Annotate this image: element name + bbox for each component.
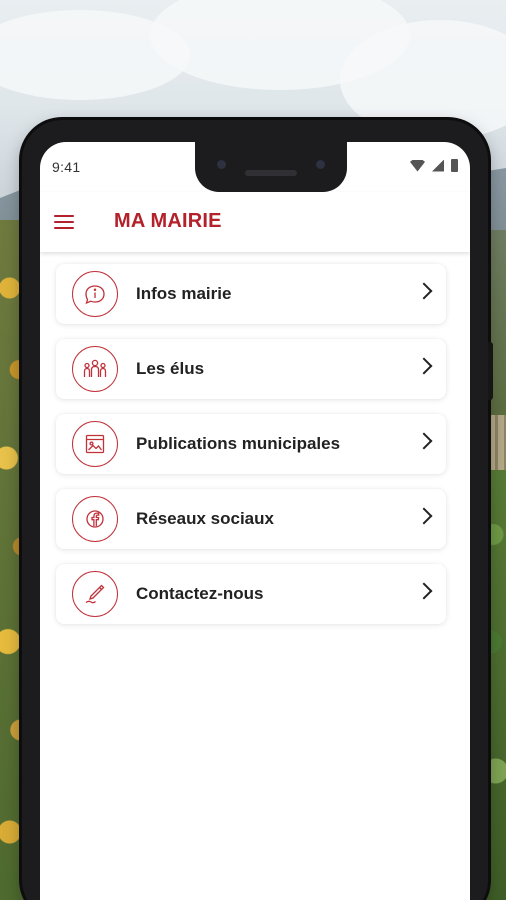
people-group-icon	[72, 346, 118, 392]
sensor-icon	[316, 160, 325, 169]
chevron-right-icon	[415, 432, 433, 450]
chevron-right-icon	[415, 507, 433, 525]
chevron-right-icon	[415, 357, 433, 375]
status-icons	[410, 159, 458, 172]
app-bar: MA MAIRIE	[40, 192, 470, 252]
page-title: MA MAIRIE	[114, 210, 222, 232]
menu-item-label: Publications municipales	[136, 434, 341, 453]
menu-item-publications-municipales[interactable]: Publications municipales	[56, 414, 446, 474]
menu-item-reseaux-sociaux[interactable]: Réseaux sociaux	[56, 489, 446, 549]
menu-item-les-elus[interactable]: Les élus	[56, 339, 446, 399]
front-camera-icon	[217, 160, 226, 169]
facebook-icon	[72, 496, 118, 542]
menu-item-label: Infos mairie	[136, 284, 232, 303]
menu-item-contactez-nous[interactable]: Contactez-nous	[56, 564, 446, 624]
menu-item-label: Contactez-nous	[136, 584, 264, 603]
menu-item-label: Les élus	[136, 359, 205, 378]
phone-screen: 9:41 MA MAIRIE Infos mairie Les élus Pub…	[40, 142, 470, 900]
battery-icon	[451, 159, 458, 172]
signal-icon	[432, 159, 444, 172]
earpiece-speaker	[245, 170, 297, 176]
menu-item-infos-mairie[interactable]: Infos mairie	[56, 264, 446, 324]
wifi-icon	[410, 159, 425, 172]
info-bubble-icon	[72, 271, 118, 317]
publication-image-icon	[72, 421, 118, 467]
phone-frame: 9:41 MA MAIRIE Infos mairie Les élus Pub…	[22, 120, 493, 900]
pen-icon	[72, 571, 118, 617]
chevron-right-icon	[415, 282, 433, 300]
phone-side-button	[488, 342, 493, 400]
menu-item-label: Réseaux sociaux	[136, 509, 274, 528]
chevron-right-icon	[415, 582, 433, 600]
hamburger-menu-icon[interactable]	[54, 215, 74, 229]
camera-notch	[195, 142, 347, 192]
menu-list: Infos mairie Les élus Publications munic…	[56, 264, 446, 639]
status-time: 9:41	[52, 159, 81, 175]
